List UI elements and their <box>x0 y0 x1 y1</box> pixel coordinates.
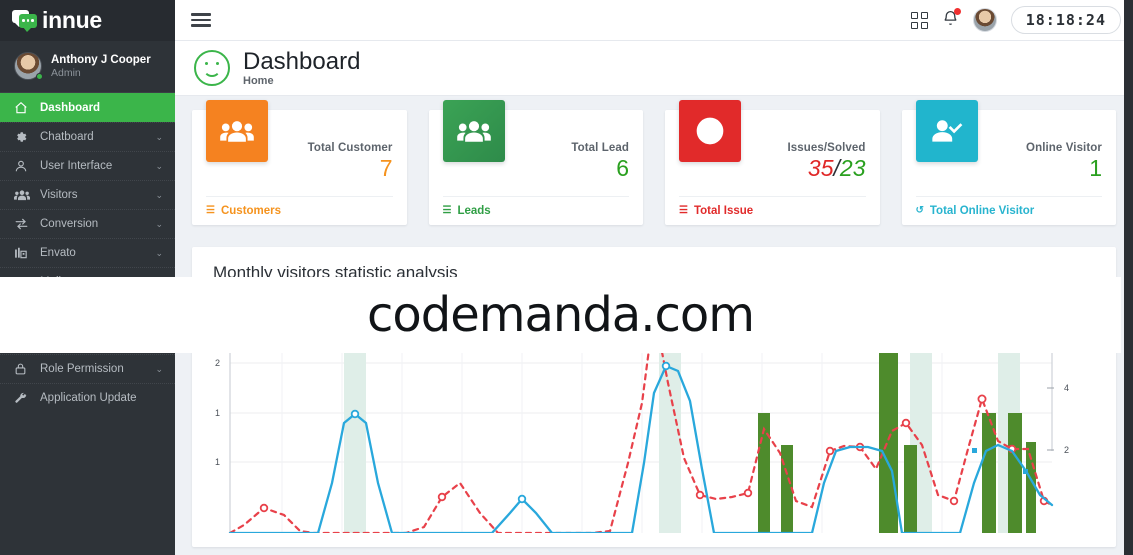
svg-text:1: 1 <box>215 408 220 418</box>
chart-markers-blue <box>350 361 671 504</box>
topbar: 18:18:24 <box>175 0 1133 41</box>
chevron-down-icon: ⌄ <box>155 218 163 229</box>
stat-card-link-label: Customers <box>220 205 282 217</box>
avatar <box>14 52 43 80</box>
home-icon <box>14 101 32 115</box>
page-scrollbar[interactable] <box>1124 0 1133 555</box>
avatar[interactable] <box>972 8 997 32</box>
dashboard-app: innue Anthony J Cooper Admin Dashboard C… <box>0 0 1133 555</box>
info-circle-icon <box>679 100 741 162</box>
chat-bubble-logo-icon <box>12 9 38 32</box>
svg-text:1: 1 <box>215 457 220 467</box>
chevron-down-icon: ⌄ <box>155 363 163 374</box>
page-header: Dashboard Home <box>175 41 1133 96</box>
profile-name: Anthony J Cooper <box>51 53 151 66</box>
list-icon: ☰ <box>442 205 452 216</box>
chevron-down-icon: ⌄ <box>155 160 163 171</box>
sidebar-item-label: Role Permission <box>40 363 124 375</box>
solved-count: 23 <box>839 155 866 181</box>
stat-cards: Total Customer 7 ☰ Customers Total Lead … <box>192 100 1116 225</box>
hamburger-icon[interactable] <box>191 10 211 30</box>
list-icon: ☰ <box>679 205 688 216</box>
users-group-icon <box>442 100 505 162</box>
sidebar-item-role-permission[interactable]: Role Permission ⌄ <box>0 354 175 383</box>
breadcrumb: Home <box>243 74 274 87</box>
sidebar-menu: Dashboard Chatboard ⌄ User Interface ⌄ V… <box>0 93 175 412</box>
list-icon: ☰ <box>206 205 215 216</box>
sidebar-item-visitors[interactable]: Visitors ⌄ <box>0 180 175 209</box>
sidebar-item-label: Dashboard <box>40 101 101 114</box>
sidebar-item-label: Visitors <box>40 189 78 201</box>
refresh-icon: ↺ <box>915 205 924 216</box>
stat-card-link-label: Total Issue <box>693 205 754 217</box>
stat-card-link[interactable]: ☰ Leads <box>442 196 629 225</box>
sidebar-item-label: Envato <box>40 247 76 259</box>
issues-count: 35 <box>807 155 834 181</box>
user-check-icon <box>915 100 978 162</box>
online-status-dot <box>36 73 43 80</box>
profile-role: Admin <box>51 66 81 79</box>
brand-logo[interactable]: innue <box>0 0 175 41</box>
stat-card-link[interactable]: ☰ Total Issue <box>679 196 866 225</box>
sidebar-item-label: Conversion <box>40 218 99 230</box>
sidebar-item-user-interface[interactable]: User Interface ⌄ <box>0 151 175 180</box>
stat-card-issues-solved[interactable]: Issues/Solved 35/23 ☰ Total Issue <box>665 100 880 225</box>
smiley-face-icon <box>194 50 230 86</box>
sidebar-item-label: User Interface <box>40 160 113 172</box>
clock-display: 18:18:24 <box>1010 6 1121 34</box>
watermark-overlay: codemanda.com <box>0 277 1121 353</box>
lock-icon <box>14 362 32 376</box>
users-group-icon <box>206 100 268 162</box>
svg-text:2: 2 <box>1064 445 1069 455</box>
stat-card-link-label: Total Online Visitor <box>929 205 1035 217</box>
stat-card-online-visitor[interactable]: Online Visitor 1 ↺ Total Online Visitor <box>901 100 1116 225</box>
wrench-icon <box>14 391 32 405</box>
user-icon <box>14 159 32 173</box>
watermark-text: codemanda.com <box>366 287 755 343</box>
svg-text:2: 2 <box>215 358 220 368</box>
chart-bar-icon <box>14 246 32 260</box>
stat-card-link-label: Leads <box>457 205 491 217</box>
stat-card-link[interactable]: ☰ Customers <box>206 196 393 225</box>
sidebar-item-application-update[interactable]: Application Update <box>0 383 175 412</box>
sidebar-item-dashboard[interactable]: Dashboard <box>0 93 175 122</box>
grid-apps-icon[interactable] <box>910 11 928 29</box>
topbar-actions: 18:18:24 <box>910 6 1121 34</box>
chevron-down-icon: ⌄ <box>155 189 163 200</box>
notification-badge <box>953 7 961 15</box>
bell-icon[interactable] <box>942 7 961 32</box>
page-title: Dashboard <box>243 47 361 75</box>
sidebar-item-label: Application Update <box>40 392 137 404</box>
chevron-down-icon: ⌄ <box>155 131 163 142</box>
sidebar-profile[interactable]: Anthony J Cooper Admin <box>0 41 175 93</box>
gear-icon <box>14 130 32 144</box>
sidebar-item-chatboard[interactable]: Chatboard ⌄ <box>0 122 175 151</box>
exchange-icon <box>14 217 32 231</box>
stat-card-link[interactable]: ↺ Total Online Visitor <box>915 196 1102 225</box>
brand-name: innue <box>42 7 102 33</box>
stat-card-total-customer[interactable]: Total Customer 7 ☰ Customers <box>192 100 407 225</box>
sidebar-item-envato[interactable]: Envato ⌄ <box>0 238 175 267</box>
sidebar-item-conversion[interactable]: Conversion ⌄ <box>0 209 175 238</box>
chevron-down-icon: ⌄ <box>155 247 163 258</box>
stat-card-total-lead[interactable]: Total Lead 6 ☰ Leads <box>428 100 643 225</box>
users-icon <box>14 188 32 202</box>
sidebar-item-label: Chatboard <box>40 131 94 143</box>
svg-text:4: 4 <box>1064 383 1069 393</box>
